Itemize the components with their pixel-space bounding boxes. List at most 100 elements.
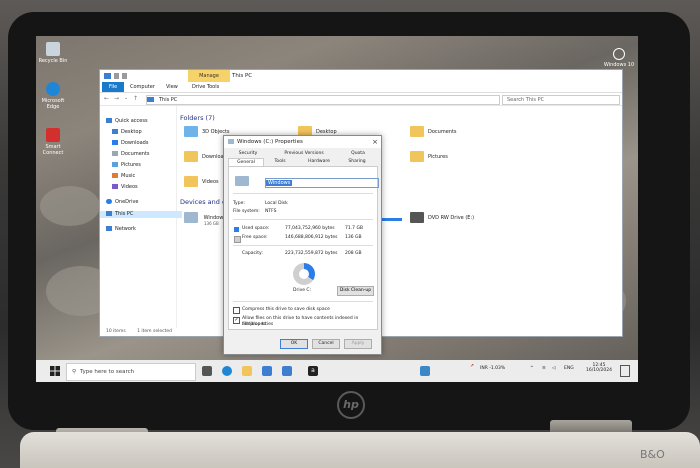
disk-cleanup-button[interactable]: Disk Clean-up	[337, 286, 374, 296]
used-space-gb: 71.7 GB	[345, 226, 364, 231]
nav-videos[interactable]: Videos	[112, 184, 138, 191]
nav-label: Quick access	[115, 118, 148, 124]
folder-pictures[interactable]: Pictures	[410, 151, 448, 162]
search-input[interactable]: Search This PC	[502, 95, 620, 105]
nav-quick-access[interactable]: Quick access	[106, 118, 148, 125]
folder-label: Pictures	[428, 154, 448, 160]
forward-arrow-icon[interactable]: →	[114, 95, 119, 102]
tab-view[interactable]: View	[166, 82, 178, 92]
properties-toolbar-icon[interactable]	[122, 73, 127, 79]
videos-icon	[112, 184, 118, 189]
nav-label: This PC	[115, 211, 134, 217]
nav-label: Downloads	[121, 140, 149, 146]
status-items-count: 10 items	[106, 329, 126, 334]
3d-objects-icon	[184, 126, 198, 137]
file-explorer-icon[interactable]	[242, 366, 252, 376]
tab-sharing[interactable]: Sharing	[342, 158, 372, 166]
free-space-swatch	[234, 236, 241, 243]
download-icon	[112, 140, 118, 145]
language-indicator[interactable]: ENG	[564, 366, 574, 371]
desktop-icon-edge[interactable]: Microsoft Edge	[36, 82, 70, 110]
search-placeholder: Search This PC	[507, 97, 545, 103]
devices-section-header[interactable]: Devices and d	[180, 198, 226, 206]
dialog-titlebar: Windows (C:) Properties	[224, 136, 381, 148]
disk-usage-donut-hole	[299, 269, 309, 279]
notification-icon[interactable]	[620, 365, 630, 377]
divider	[233, 245, 373, 246]
desktop-icon-smart-connect[interactable]: Smart Connect	[36, 128, 70, 156]
volume-icon[interactable]: ◁	[552, 366, 555, 371]
tab-hardware[interactable]: Hardware	[302, 158, 336, 166]
nav-desktop[interactable]: Desktop	[112, 129, 142, 136]
tab-computer[interactable]: Computer	[130, 82, 155, 92]
search-icon: ⚲	[72, 369, 77, 375]
tray-chevron-icon[interactable]: ^	[530, 366, 534, 371]
cancel-button[interactable]: Cancel	[312, 339, 340, 349]
explorer-window-taskbar-icon[interactable]	[282, 366, 292, 376]
file-system-value: NTFS	[265, 209, 277, 214]
ok-button[interactable]: OK	[280, 339, 308, 349]
wifi-icon[interactable]: ≋	[542, 366, 546, 371]
windows-start-icon[interactable]	[50, 366, 60, 376]
desktop-icon-label: Smart Connect	[42, 144, 64, 156]
taskbar-search-input[interactable]: ⚲ Type here to search	[66, 363, 196, 381]
drive-name-input[interactable]: Windows	[265, 178, 379, 188]
tab-drive-tools[interactable]: Drive Tools	[192, 82, 219, 92]
up-arrow-icon[interactable]: ↑	[133, 95, 138, 102]
chart-indicator-icon[interactable]: ↗	[470, 364, 474, 369]
clock[interactable]: 12:45 16/10/2024	[584, 363, 614, 373]
hard-drive-icon	[184, 212, 198, 223]
nav-label: Documents	[121, 151, 150, 157]
address-input[interactable]: This PC	[146, 95, 500, 105]
explorer-titlebar: Manage This PC	[100, 70, 622, 82]
star-icon	[106, 118, 112, 123]
music-icon	[112, 173, 118, 178]
quick-access-toolbar-icon[interactable]	[114, 73, 119, 79]
address-bar-row: ← → ⌄ ↑ This PC Search This PC	[100, 93, 622, 106]
nav-downloads[interactable]: Downloads	[112, 140, 148, 147]
folders-section-header[interactable]: Folders (7)	[180, 114, 215, 122]
dialog-title: Windows (C:) Properties	[237, 139, 303, 145]
manage-contextual-tab[interactable]: Manage	[188, 70, 230, 82]
amazon-icon[interactable]: a	[308, 366, 318, 376]
desktop-icon	[112, 129, 118, 134]
tab-security[interactable]: Security	[230, 150, 266, 158]
folder-videos[interactable]: Videos	[184, 176, 219, 187]
tab-file[interactable]: File	[102, 82, 124, 92]
app-icon[interactable]	[420, 366, 430, 376]
general-tab-panel: Windows Type: Local Disk File system: NT…	[228, 166, 379, 330]
desktop-icon-recycle-bin[interactable]: Recycle Bin	[36, 42, 70, 64]
nav-this-pc[interactable]: This PC	[100, 211, 182, 218]
desktop-icon-top-right[interactable]: Windows 10	[602, 48, 636, 68]
folder-icon	[184, 176, 198, 187]
folder-icon	[410, 126, 424, 137]
folder-documents[interactable]: Documents	[410, 126, 457, 137]
compress-checkbox[interactable]	[233, 307, 240, 314]
nav-pictures[interactable]: Pictures	[112, 162, 141, 169]
task-view-icon[interactable]	[202, 366, 212, 376]
nav-documents[interactable]: Documents	[112, 151, 150, 158]
device-windows-drive[interactable]: Window 136 GB	[184, 212, 223, 226]
taskbar: ⚲ Type here to search a ↗ INR -1.03% ^ ≋ …	[36, 360, 638, 382]
free-space-label: Free space:	[242, 235, 268, 240]
tab-previous-versions[interactable]: Previous Versions	[274, 150, 334, 158]
nav-onedrive[interactable]: OneDrive	[106, 199, 139, 206]
close-icon[interactable]: ×	[369, 136, 381, 148]
weather-text[interactable]: INR -1.03%	[480, 366, 505, 371]
apply-button[interactable]: Apply	[344, 339, 372, 349]
tab-tools[interactable]: Tools	[268, 158, 292, 166]
type-value: Local Disk	[265, 201, 288, 206]
mail-icon[interactable]	[262, 366, 272, 376]
nav-network[interactable]: Network	[106, 226, 136, 233]
tab-quota[interactable]: Quota	[340, 150, 376, 158]
free-space-bytes: 146,688,806,912 bytes	[285, 235, 338, 240]
documents-icon	[112, 151, 118, 156]
back-arrow-icon[interactable]: ←	[104, 95, 109, 102]
taskbar-search-placeholder: Type here to search	[80, 369, 135, 375]
device-dvd-drive[interactable]: DVD RW Drive (E:)	[410, 212, 474, 223]
index-checkbox[interactable]: ✓	[233, 317, 240, 324]
edge-icon[interactable]	[222, 366, 232, 376]
nav-music[interactable]: Music	[112, 173, 135, 180]
chevron-down-icon[interactable]: ⌄	[124, 95, 128, 101]
recycle-bin-icon	[46, 42, 60, 56]
